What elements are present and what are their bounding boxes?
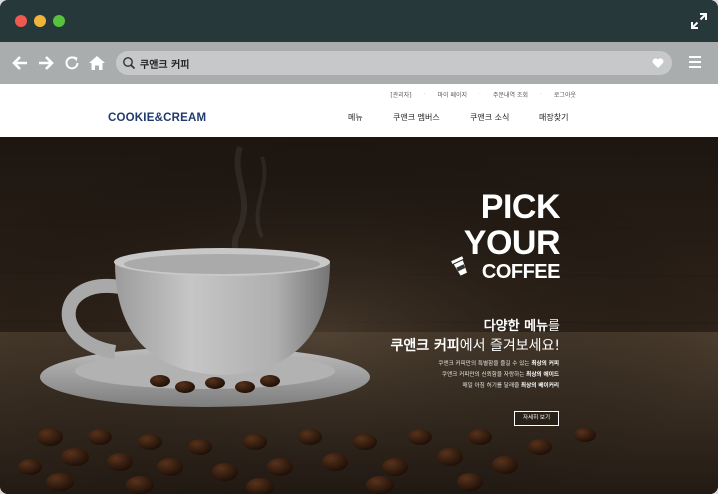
browser-toolbar (0, 42, 718, 84)
browser-window: [관리자] · 마이 페이지 · 주문내역 조회 · 로그아웃 COOKIE&C… (0, 0, 718, 494)
mypage-link[interactable]: 마이 페이지 (438, 90, 468, 99)
window-titlebar (0, 0, 718, 42)
heart-icon[interactable] (652, 57, 664, 69)
pick-your-coffee-title: PICK YOUR COFFEE (463, 188, 561, 283)
order-history-link[interactable]: 주문내역 조회 (493, 90, 528, 99)
minimize-window-button[interactable] (34, 15, 46, 27)
main-navigation: 메뉴 쿠앤크 멤버스 쿠앤크 소식 매장찾기 (0, 112, 718, 128)
nav-menu[interactable]: 메뉴 (348, 112, 363, 123)
web-page: [관리자] · 마이 페이지 · 주문내역 조회 · 로그아웃 COOKIE&C… (0, 84, 718, 494)
reload-icon[interactable] (63, 54, 81, 72)
nav-store-finder[interactable]: 매장찾기 (539, 112, 568, 123)
view-details-button[interactable]: 자세히 보기 (514, 411, 559, 426)
zoom-window-button[interactable] (53, 15, 65, 27)
hero-headline: 다양한 메뉴를 쿠앤크 커피에서 즐겨보세요! (390, 319, 560, 354)
nav-members[interactable]: 쿠앤크 멤버스 (393, 112, 440, 123)
expand-arrows-icon[interactable] (690, 12, 708, 30)
url-input[interactable] (140, 53, 640, 73)
address-bar[interactable] (116, 51, 672, 75)
coffee-cup-image (0, 137, 718, 494)
hamburger-menu-icon[interactable] (688, 55, 702, 69)
hero-description: 쿠앤크 커피만의 특별함을 즐길 수 있는 최상의 커피 쿠앤크 커피만의 신뢰… (438, 361, 559, 389)
home-icon[interactable] (88, 54, 106, 72)
close-window-button[interactable] (15, 15, 27, 27)
back-arrow-icon[interactable] (11, 54, 29, 72)
hero-banner: PICK YOUR COFFEE 다양한 메뉴를 쿠앤크 커피에서 즐겨보세요!… (0, 137, 718, 494)
coffee-cup-icon (451, 256, 467, 276)
search-icon (123, 57, 136, 70)
admin-link[interactable]: [관리자] (390, 90, 411, 99)
utility-links: [관리자] · 마이 페이지 · 주문내역 조회 · 로그아웃 (390, 90, 576, 99)
nav-news[interactable]: 쿠앤크 소식 (470, 112, 509, 123)
logout-link[interactable]: 로그아웃 (554, 90, 576, 99)
forward-arrow-icon[interactable] (37, 54, 55, 72)
